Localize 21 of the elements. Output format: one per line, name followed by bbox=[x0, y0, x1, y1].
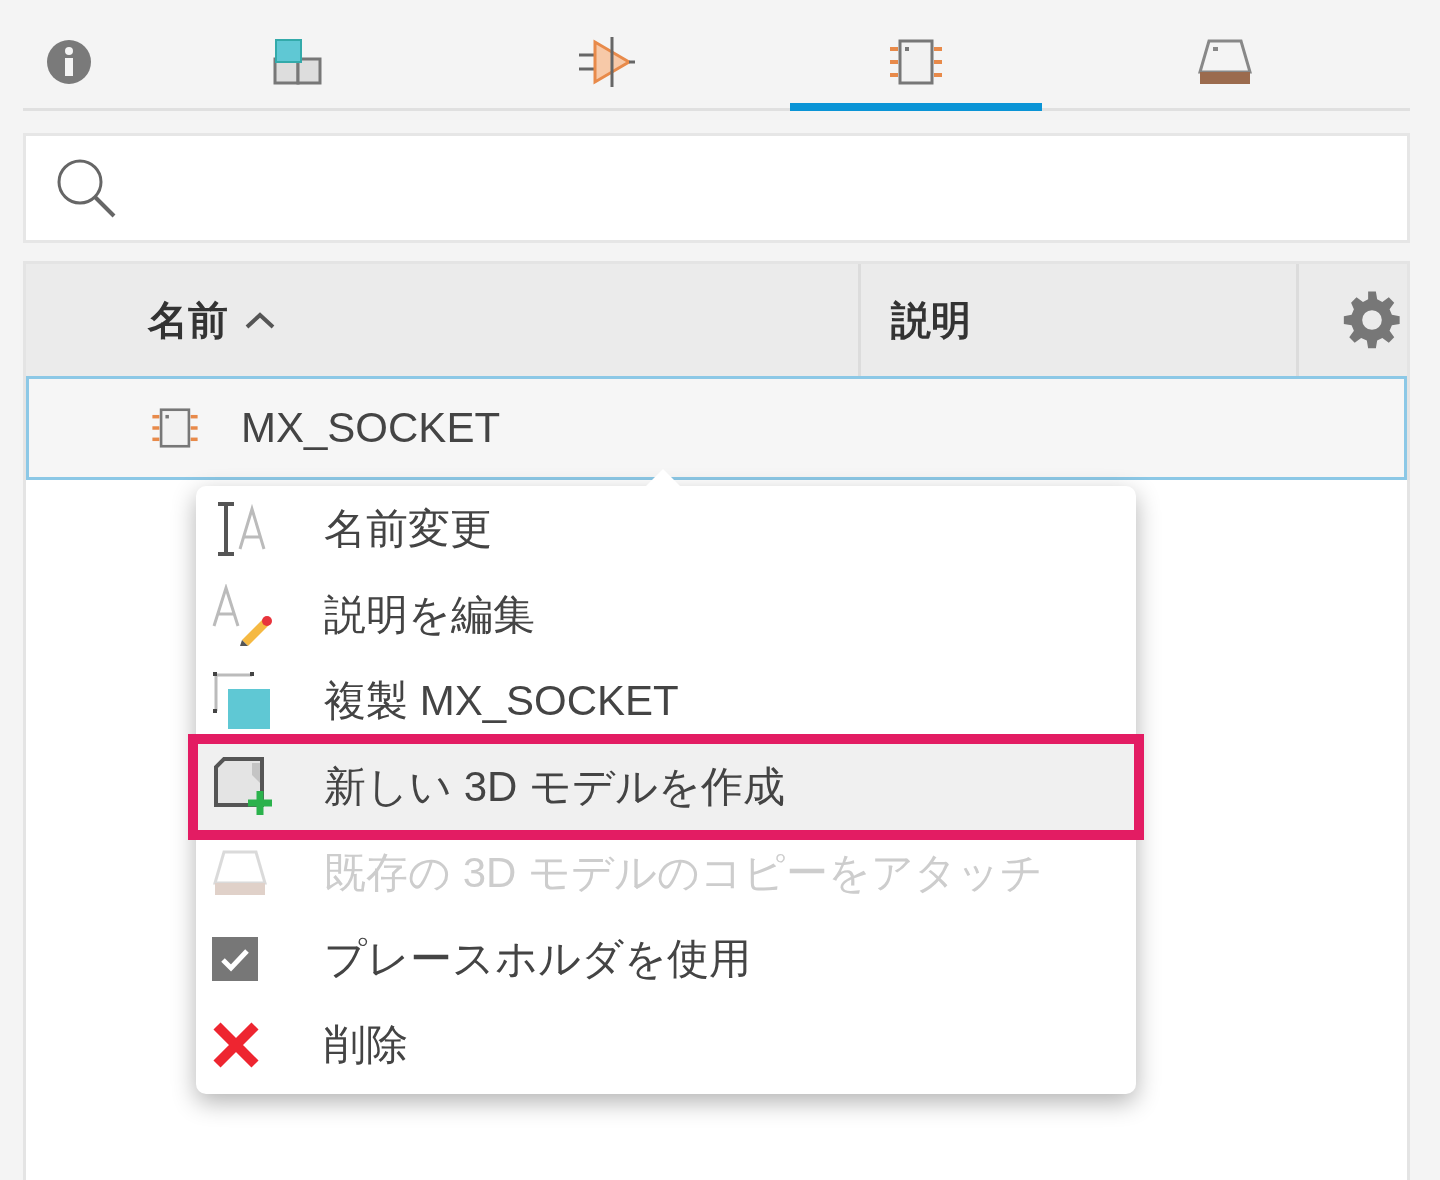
table-row[interactable]: MX_SOCKET bbox=[26, 376, 1407, 480]
info-icon bbox=[45, 37, 93, 86]
model-icon bbox=[212, 849, 268, 897]
menu-item[interactable]: プレースホルダを使用 bbox=[196, 916, 1136, 1002]
chip-icon bbox=[149, 408, 201, 448]
menu-item[interactable]: 説明を編集 bbox=[196, 572, 1136, 658]
letter-pencil-icon bbox=[212, 584, 274, 646]
component-name: MX_SOCKET bbox=[241, 404, 501, 452]
menu-item[interactable]: 削除 bbox=[196, 1002, 1136, 1088]
settings-icon[interactable] bbox=[1341, 289, 1403, 351]
search-field[interactable] bbox=[23, 133, 1410, 243]
duplicate-icon bbox=[212, 671, 272, 731]
model-icon bbox=[1197, 37, 1253, 86]
amplifier-icon bbox=[579, 36, 635, 87]
chip-icon bbox=[890, 38, 942, 85]
delete-icon bbox=[212, 1022, 260, 1068]
sort-caret-icon bbox=[244, 310, 276, 330]
blocks-icon bbox=[273, 36, 323, 87]
checkbox-icon bbox=[212, 937, 260, 981]
menu-item[interactable]: 新しい 3D モデルを作成 bbox=[188, 734, 1144, 840]
menu-item[interactable]: 名前変更 bbox=[196, 486, 1136, 572]
